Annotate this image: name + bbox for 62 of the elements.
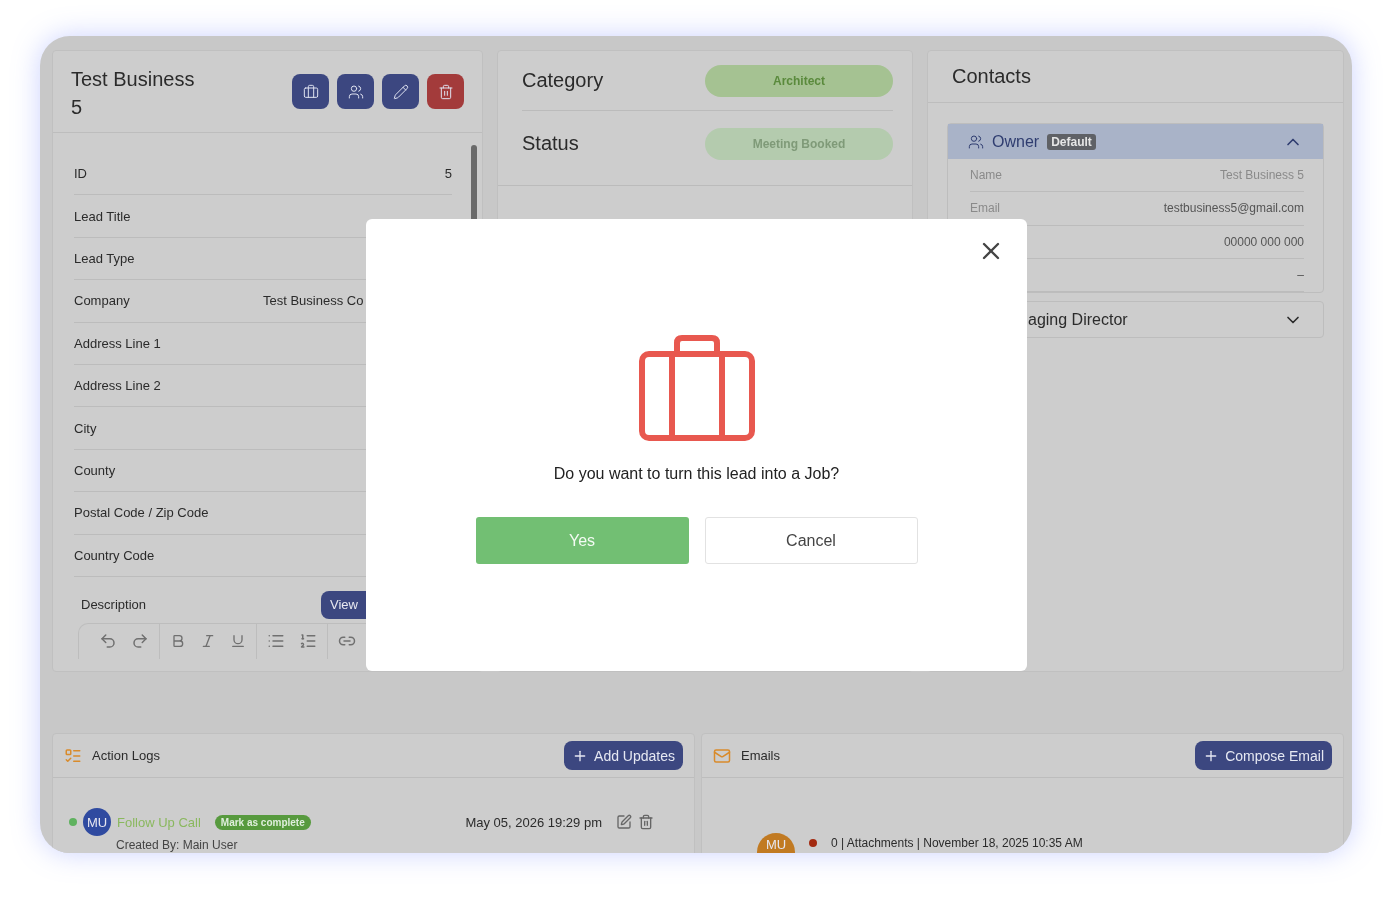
field-label: Address Line 2 (74, 378, 162, 394)
contact-header[interactable]: aging Director (948, 302, 1323, 338)
add-updates-button[interactable]: Add Updates (564, 741, 683, 770)
contact-header[interactable]: Owner Default (948, 124, 1323, 159)
field-label: Country Code (74, 547, 156, 563)
description-label: Description (81, 597, 148, 613)
trash-icon (437, 83, 454, 100)
field-label: Lead Type (74, 250, 136, 266)
trash-icon[interactable] (638, 814, 654, 830)
edit-icon[interactable] (616, 814, 632, 830)
compose-email-button[interactable]: Compose Email (1195, 741, 1332, 770)
contact-value: testbusiness5@gmail.com (1163, 201, 1304, 216)
summary-chip: Architect (705, 64, 893, 97)
field-label: Address Line 1 (74, 335, 162, 351)
contact-label: Name (970, 168, 1002, 183)
field-value: Test Business Co (263, 293, 365, 309)
email-meta: 0 | Attachments | November 18, 2025 10:35 AM (831, 836, 1083, 850)
redo-icon[interactable] (131, 632, 149, 651)
users-icon (968, 133, 984, 150)
dialog-question: Do you want to turn this lead into a Job? (553, 465, 840, 483)
summary-label: Category (522, 69, 604, 92)
underline-icon[interactable] (230, 633, 246, 650)
status-dot (809, 839, 817, 847)
contacts-title: Contacts (928, 51, 1343, 103)
user-avatar: MU (757, 833, 795, 853)
user-avatar: MU (83, 808, 111, 836)
delete-button[interactable] (427, 74, 464, 109)
lead-title: Test Business 5 (71, 67, 196, 120)
contacts-button[interactable] (337, 74, 374, 109)
briefcase-icon (638, 335, 755, 443)
contact-value: – (1297, 268, 1304, 283)
contact-value: 00000 000 000 (1223, 234, 1304, 249)
convert-button[interactable] (292, 74, 329, 109)
users-icon (347, 83, 364, 100)
list-icon (64, 746, 82, 765)
summary-label: Status (522, 132, 579, 155)
field-label: City (74, 420, 98, 436)
pencil-icon (392, 83, 409, 100)
status-dot (69, 818, 77, 826)
mail-icon (713, 746, 731, 765)
field-label: ID (74, 166, 88, 182)
contact-role: aging Director (1028, 310, 1128, 329)
field-label: Lead Title (74, 208, 132, 224)
contact-value: Test Business 5 (1219, 168, 1304, 183)
panel-title: Action Logs (92, 748, 160, 763)
field-label: County (74, 462, 117, 478)
contact-label: Email (970, 201, 1000, 216)
cancel-button[interactable]: Cancel (704, 517, 918, 564)
field-label: Company (74, 293, 131, 309)
default-badge: Default (1047, 133, 1096, 150)
field-label: Postal Code / Zip Code (74, 505, 210, 521)
edit-button[interactable] (382, 74, 419, 109)
log-time: May 05, 2026 19:29 pm (465, 814, 602, 830)
numbered-list-icon[interactable] (299, 632, 317, 651)
panel-title: Emails (741, 748, 780, 763)
undo-icon[interactable] (99, 632, 117, 651)
field-value: 5 (443, 166, 452, 182)
contact-role: Owner (992, 132, 1040, 151)
bold-icon[interactable] (170, 633, 186, 650)
created-by: Created By: Main User (115, 837, 239, 852)
italic-icon[interactable] (200, 633, 216, 650)
briefcase-icon (302, 83, 319, 100)
